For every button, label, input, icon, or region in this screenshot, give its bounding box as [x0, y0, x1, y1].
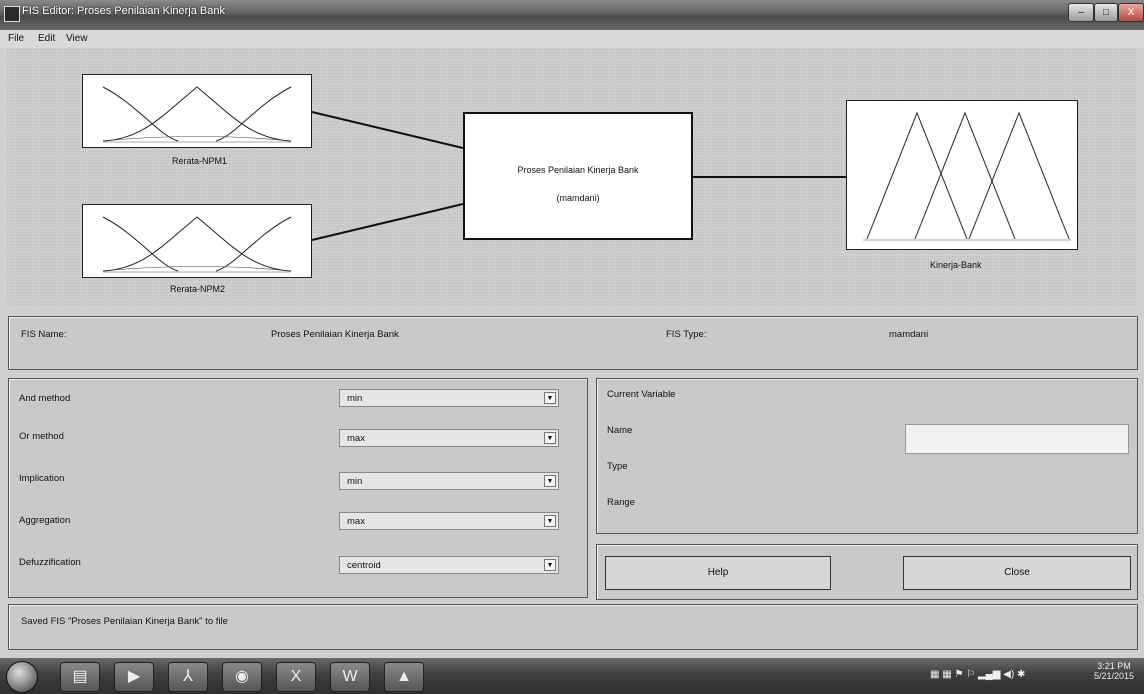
implication-label: Implication: [19, 473, 65, 484]
chevron-down-icon[interactable]: ▼: [544, 475, 556, 487]
gaussian-mf-plot-icon: [102, 86, 292, 143]
title-bar[interactable]: FIS Editor: Proses Penilaian Kinerja Ban…: [0, 0, 1144, 30]
and-method-label: And method: [19, 393, 71, 404]
system-name: Proses Penilaian Kinerja Bank: [517, 165, 639, 175]
close-window-button[interactable]: X: [1118, 3, 1144, 22]
variable-type-label: Type: [607, 461, 628, 472]
and-method-select[interactable]: min ▼: [339, 389, 559, 407]
and-method-value: min: [347, 393, 363, 404]
word-icon[interactable]: W: [330, 662, 370, 692]
media-player-icon[interactable]: ▶: [114, 662, 154, 692]
chevron-down-icon[interactable]: ▼: [544, 432, 556, 444]
excel-icon[interactable]: X: [276, 662, 316, 692]
or-method-value: max: [347, 433, 365, 444]
variable-range-label: Range: [607, 497, 635, 508]
chevron-down-icon[interactable]: ▼: [544, 559, 556, 571]
system-type: (mamdani): [556, 193, 600, 203]
pdf-icon[interactable]: ⅄: [168, 662, 208, 692]
menu-edit[interactable]: Edit: [38, 33, 55, 44]
fis-name-label: FIS Name:: [21, 329, 67, 340]
input-label-1: Rerata-NPM1: [172, 156, 228, 166]
input-variable-box-2[interactable]: [82, 204, 312, 278]
output-label: Kinerja-Bank: [930, 260, 982, 270]
taskbar: ▤ ▶ ⅄ ◉ X W ▲ ▦ ▦ ⚑ ⚐ ▂▄▆ ◀) ✱ 3:21 PM 5…: [0, 658, 1144, 694]
aggregation-label: Aggregation: [19, 515, 71, 526]
fis-diagram: Rerata-NPM1 Rerata-NPM2 Proses Penilaian…: [6, 48, 1138, 306]
current-variable-panel: Current Variable Name Type Range: [596, 378, 1138, 534]
start-button[interactable]: [6, 661, 38, 693]
maximize-button[interactable]: □: [1094, 3, 1118, 22]
menu-bar: File Edit View: [0, 30, 1144, 48]
input-variable-box-1[interactable]: [82, 74, 312, 148]
input-label-2: Rerata-NPM2: [170, 284, 226, 294]
window-title: FIS Editor: Proses Penilaian Kinerja Ban…: [22, 5, 225, 17]
clock[interactable]: 3:21 PM 5/21/2015: [1094, 661, 1134, 681]
menu-view[interactable]: View: [66, 33, 88, 44]
button-panel: Help Close: [596, 544, 1138, 600]
status-panel: Saved FIS "Proses Penilaian Kinerja Bank…: [8, 604, 1138, 650]
clock-time: 3:21 PM: [1097, 661, 1131, 671]
chevron-down-icon[interactable]: ▼: [544, 392, 556, 404]
fis-info-panel: FIS Name: Proses Penilaian Kinerja Bank …: [8, 316, 1138, 370]
system-tray-icons[interactable]: ▦ ▦ ⚑ ⚐ ▂▄▆ ◀) ✱: [930, 669, 1025, 680]
fis-type-label: FIS Type:: [666, 329, 707, 340]
matlab-icon[interactable]: ▲: [384, 662, 424, 692]
gaussian-mf-plot-icon: [102, 216, 292, 273]
fis-name-value: Proses Penilaian Kinerja Bank: [271, 329, 399, 340]
implication-select[interactable]: min ▼: [339, 472, 559, 490]
variable-name-field[interactable]: [905, 424, 1129, 454]
fis-system-box[interactable]: Proses Penilaian Kinerja Bank (mamdani): [463, 112, 693, 240]
implication-value: min: [347, 476, 363, 487]
menu-file[interactable]: File: [8, 33, 24, 44]
minimize-button[interactable]: –: [1068, 3, 1094, 22]
triangular-mf-plot-icon: [863, 111, 1071, 241]
chrome-icon[interactable]: ◉: [222, 662, 262, 692]
methods-panel: And method min ▼ Or method max ▼ Implica…: [8, 378, 588, 598]
chevron-down-icon[interactable]: ▼: [544, 515, 556, 527]
defuzzification-select[interactable]: centroid ▼: [339, 556, 559, 574]
status-message: Saved FIS "Proses Penilaian Kinerja Bank…: [21, 616, 228, 627]
or-method-label: Or method: [19, 431, 64, 442]
folder-icon[interactable]: ▤: [60, 662, 100, 692]
matlab-app-icon: [4, 6, 20, 22]
variable-name-label: Name: [607, 425, 633, 436]
defuzzification-label: Defuzzification: [19, 557, 81, 568]
or-method-select[interactable]: max ▼: [339, 429, 559, 447]
current-variable-title: Current Variable: [607, 389, 676, 400]
close-button[interactable]: Close: [903, 556, 1131, 590]
clock-date: 5/21/2015: [1094, 671, 1135, 681]
aggregation-select[interactable]: max ▼: [339, 512, 559, 530]
aggregation-value: max: [347, 516, 365, 527]
help-button[interactable]: Help: [605, 556, 831, 590]
output-variable-box[interactable]: [846, 100, 1078, 250]
fis-type-value: mamdani: [889, 329, 929, 340]
defuzzification-value: centroid: [347, 560, 381, 571]
